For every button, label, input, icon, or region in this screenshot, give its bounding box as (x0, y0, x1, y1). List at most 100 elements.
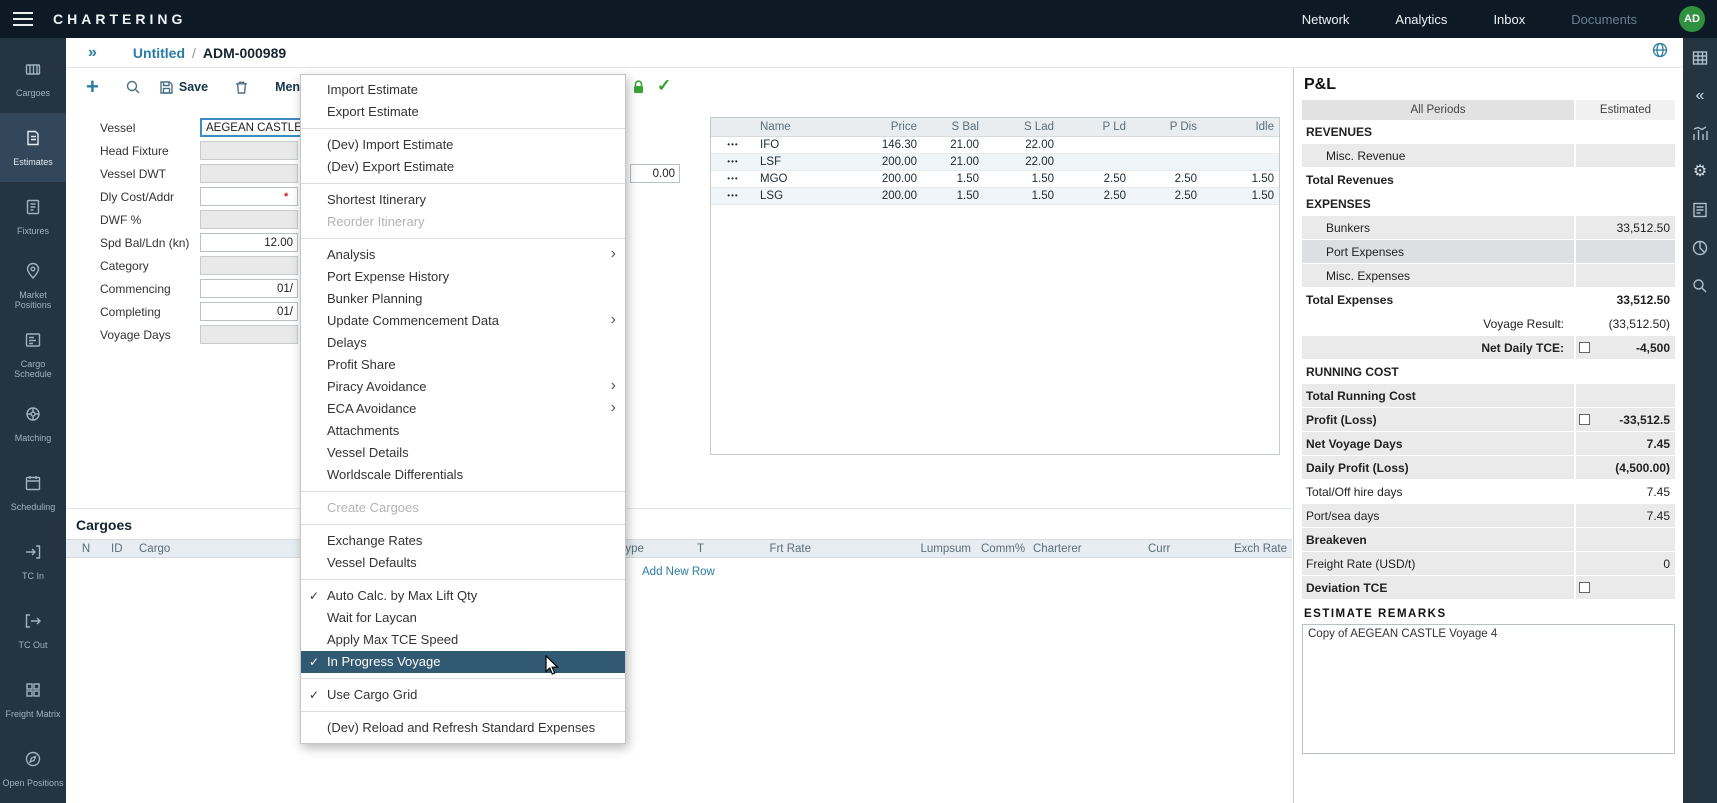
menu-item-dev-reload-refresh-standard-expenses[interactable]: (Dev) Reload and Refresh Standard Expens… (301, 717, 625, 739)
vessel-dwt-input[interactable] (200, 164, 298, 183)
bunker-pld-cell[interactable]: 2.50 (1059, 170, 1131, 187)
bunker-name-cell[interactable]: IFO (755, 136, 821, 153)
collapse-panel-icon[interactable]: « (1696, 86, 1705, 106)
lock-icon[interactable] (631, 79, 646, 95)
completing-input[interactable] (200, 302, 298, 321)
bunker-sbal-cell[interactable]: 21.00 (922, 136, 984, 153)
sidebar-item-market-positions[interactable]: Market Positions (0, 251, 66, 320)
bunker-pld-cell[interactable] (1059, 136, 1131, 153)
bunker-sbal-cell[interactable]: 1.50 (922, 187, 984, 204)
bunker-pdis-cell[interactable]: 2.50 (1131, 170, 1202, 187)
menu-item-worldscale-differentials[interactable]: Worldscale Differentials (301, 464, 625, 486)
commencing-input[interactable] (200, 279, 298, 298)
sidebar-item-open-positions[interactable]: Open Positions (0, 734, 66, 803)
estimate-remarks-box[interactable]: Copy of AEGEAN CASTLE Voyage 4 (1302, 624, 1675, 754)
bunker-name-cell[interactable]: LSG (755, 187, 821, 204)
bunker-name-cell[interactable]: MGO (755, 170, 821, 187)
bunker-idle-cell[interactable]: 1.50 (1202, 170, 1279, 187)
menu-item-bunker-planning[interactable]: Bunker Planning (301, 288, 625, 310)
form-list-icon[interactable] (1691, 200, 1709, 220)
sidebar-item-scheduling[interactable]: Scheduling (0, 458, 66, 527)
sidebar-item-cargoes[interactable]: Cargoes (0, 44, 66, 113)
sidebar-item-freight-matrix[interactable]: Freight Matrix (0, 665, 66, 734)
profit-loss-checkbox[interactable] (1579, 414, 1590, 425)
add-new-row-link[interactable]: Add New Row (642, 566, 715, 578)
delete-button[interactable] (234, 80, 249, 95)
row-menu-icon[interactable]: ••• (711, 136, 755, 153)
deviation-tce-checkbox[interactable] (1579, 582, 1590, 593)
sidebar-item-cargo-schedule[interactable]: Cargo Schedule (0, 320, 66, 389)
bunker-price-cell[interactable]: 200.00 (821, 187, 922, 204)
menu-item-attachments[interactable]: Attachments (301, 420, 625, 442)
menu-item-profit-share[interactable]: Profit Share (301, 354, 625, 376)
nav-item-inbox[interactable]: Inbox (1493, 12, 1525, 27)
bunker-slad-cell[interactable]: 22.00 (984, 136, 1059, 153)
menu-item-dev-export-estimate[interactable]: (Dev) Export Estimate (301, 156, 625, 178)
bunker-sbal-cell[interactable]: 1.50 (922, 170, 984, 187)
breadcrumb-title[interactable]: Untitled (133, 45, 185, 61)
nav-item-analytics[interactable]: Analytics (1395, 12, 1447, 27)
bunker-price-cell[interactable]: 200.00 (821, 153, 922, 170)
sidebar-item-tc-in[interactable]: TC In (0, 527, 66, 596)
bunker-idle-cell[interactable]: 1.50 (1202, 187, 1279, 204)
bunker-price-cell[interactable]: 146.30 (821, 136, 922, 153)
row-menu-icon[interactable]: ••• (711, 187, 755, 204)
expand-breadcrumb-icon[interactable]: » (88, 44, 97, 62)
menu-item-analysis[interactable]: Analysis› (301, 244, 625, 266)
dwf-percent-input[interactable] (200, 210, 298, 229)
table-grid-icon[interactable] (1691, 48, 1709, 68)
gear-icon[interactable]: ⚙ (1693, 162, 1707, 182)
net-daily-tce-checkbox[interactable] (1579, 342, 1590, 353)
menu-item-auto-calc-by-max-lift-qty[interactable]: ✓Auto Calc. by Max Lift Qty (301, 585, 625, 607)
menu-item-vessel-details[interactable]: Vessel Details (301, 442, 625, 464)
add-button[interactable]: + (86, 77, 99, 97)
menu-item-vessel-defaults[interactable]: Vessel Defaults (301, 552, 625, 574)
bunker-sbal-cell[interactable]: 21.00 (922, 153, 984, 170)
search-button[interactable] (125, 79, 141, 95)
dwt-extra-input[interactable] (630, 164, 680, 183)
nav-item-network[interactable]: Network (1302, 12, 1350, 27)
analytics-chart-icon[interactable] (1691, 124, 1709, 144)
menu-item-piracy-avoidance[interactable]: Piracy Avoidance› (301, 376, 625, 398)
sidebar-item-estimates[interactable]: Estimates (0, 113, 66, 182)
sidebar-item-fixtures[interactable]: Fixtures (0, 182, 66, 251)
hamburger-menu-icon[interactable] (13, 8, 33, 30)
menu-item-use-cargo-grid[interactable]: ✓Use Cargo Grid (301, 684, 625, 706)
pie-clock-icon[interactable] (1691, 238, 1709, 258)
bunker-slad-cell[interactable]: 22.00 (984, 153, 1059, 170)
bunker-idle-cell[interactable] (1202, 153, 1279, 170)
bunker-pld-cell[interactable] (1059, 153, 1131, 170)
bunker-name-cell[interactable]: LSF (755, 153, 821, 170)
user-avatar[interactable]: AD (1679, 6, 1705, 32)
bunker-pdis-cell[interactable] (1131, 136, 1202, 153)
menu-item-dev-import-estimate[interactable]: (Dev) Import Estimate (301, 134, 625, 156)
bunker-pdis-cell[interactable]: 2.50 (1131, 187, 1202, 204)
menu-item-in-progress-voyage[interactable]: ✓In Progress Voyage (301, 651, 625, 673)
bunker-idle-cell[interactable] (1202, 136, 1279, 153)
nav-item-documents[interactable]: Documents (1571, 12, 1637, 27)
row-menu-icon[interactable]: ••• (711, 153, 755, 170)
menu-item-eca-avoidance[interactable]: ECA Avoidance› (301, 398, 625, 420)
category-input[interactable] (200, 256, 298, 275)
menu-item-export-estimate[interactable]: Export Estimate (301, 101, 625, 123)
bunker-pdis-cell[interactable] (1131, 153, 1202, 170)
bunker-slad-cell[interactable]: 1.50 (984, 187, 1059, 204)
menu-item-apply-max-tce-speed[interactable]: Apply Max TCE Speed (301, 629, 625, 651)
menu-item-port-expense-history[interactable]: Port Expense History (301, 266, 625, 288)
menu-item-import-estimate[interactable]: Import Estimate (301, 79, 625, 101)
globe-icon[interactable] (1651, 41, 1669, 64)
voyage-days-input[interactable] (200, 325, 298, 344)
search-icon[interactable] (1691, 276, 1709, 296)
pnl-period-header[interactable]: All Periods (1302, 100, 1574, 120)
menu-item-delays[interactable]: Delays (301, 332, 625, 354)
bunker-price-cell[interactable]: 200.00 (821, 170, 922, 187)
save-button[interactable]: Save (159, 80, 208, 95)
head-fixture-input[interactable] (200, 141, 298, 160)
sidebar-item-matching[interactable]: Matching (0, 389, 66, 458)
menu-item-update-commencement-data[interactable]: Update Commencement Data› (301, 310, 625, 332)
menu-item-wait-for-laycan[interactable]: Wait for Laycan (301, 607, 625, 629)
bunker-slad-cell[interactable]: 1.50 (984, 170, 1059, 187)
menu-item-shortest-itinerary[interactable]: Shortest Itinerary (301, 189, 625, 211)
sidebar-item-tc-out[interactable]: TC Out (0, 596, 66, 665)
menu-item-exchange-rates[interactable]: Exchange Rates (301, 530, 625, 552)
